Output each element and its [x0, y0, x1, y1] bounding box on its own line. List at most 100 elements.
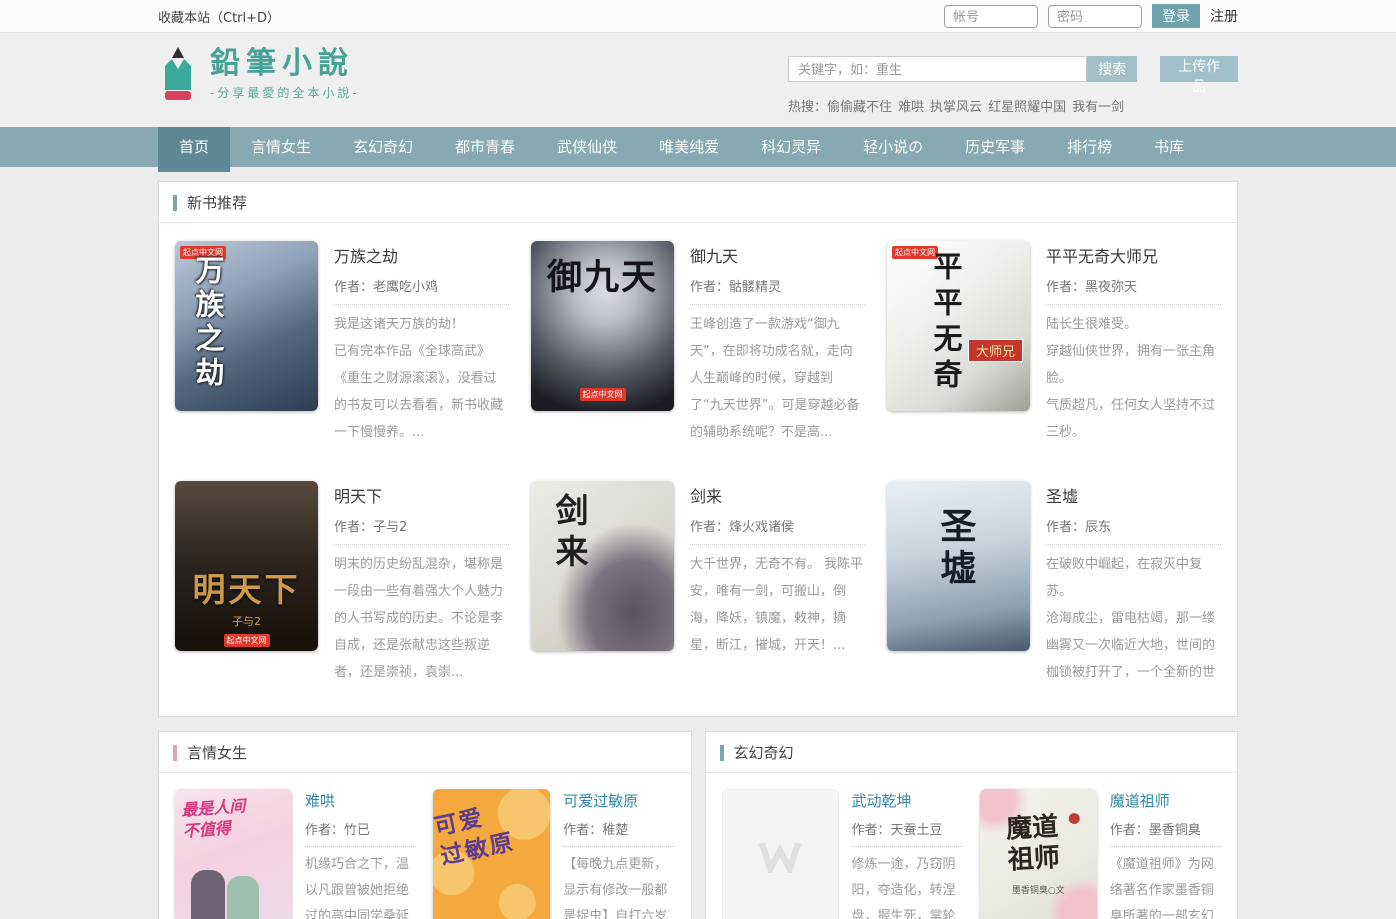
book-cover[interactable]: 御九天 起点中文网 [531, 241, 674, 411]
featured-book-card: 可爱 过敏原 可爱过敏原 作者：稚楚 【每晚九点更新，显示有修改一般都是捉虫】自… [433, 789, 674, 919]
nav-item-history[interactable]: 历史军事 [944, 127, 1046, 167]
nav-item-home[interactable]: 首页 [158, 127, 230, 167]
book-description: 在破败中崛起，在寂灭中复苏。 沧海成尘，雷电枯竭，那一缕幽雾又一次临近大地，世间… [1046, 551, 1221, 686]
book-cover[interactable]: 圣墟 [887, 481, 1030, 651]
fantasy-section: 玄幻奇幻 武动乾坤 作者：天蚕土豆 修炼一途，乃窃阴阳，夺造化，转涅盘，握生死，… [705, 731, 1239, 919]
book-author: 作者：子与2 [334, 516, 509, 545]
cover-author-text: 墨香铜臭○文 [980, 883, 1097, 896]
nav-item-library[interactable]: 书库 [1133, 127, 1205, 167]
hot-search-item[interactable]: 难哄 [898, 100, 924, 115]
cover-figure-art [227, 876, 259, 919]
book-title-link[interactable]: 武动乾坤 [852, 790, 963, 811]
section-title: 玄幻奇幻 [734, 744, 794, 762]
book-author: 作者：烽火戏诸侯 [690, 516, 865, 545]
logo-tagline: -分享最愛的全本小說- [210, 84, 360, 101]
book-cover[interactable]: 魔道祖师 墨香铜臭○文 [980, 789, 1097, 919]
book-description: 王峰创造了一款游戏“御九天”，在即将功成名就，走向人生巅峰的时候，穿越到了“九天… [690, 311, 865, 446]
login-area: 登录 注册 [944, 4, 1238, 28]
book-description: 修炼一途，乃窃阴阳，夺造化，转涅盘，握生死，掌轮回。 武之极，破 [852, 852, 963, 919]
cover-tag-text: 大师兄 [968, 339, 1023, 362]
search-area: 搜索 上传作品 热搜：偷偷藏不住难哄执掌风云红星照耀中国我有一剑 [788, 44, 1238, 115]
login-button[interactable]: 登录 [1152, 4, 1200, 28]
section-marker [173, 745, 177, 761]
book-card: 起点中文网 平平无奇 大师兄 平平无奇大师兄 作者：黑夜弥天 陆长生很难受。 穿… [887, 241, 1221, 446]
book-card: 剑来 剑来 作者：烽火戏诸侯 大千世界，无奇不有。 我陈平安，唯有一剑，可搬山，… [531, 481, 865, 686]
book-description: 明末的历史纷乱混杂，堪称是一段由一些有着强大个人魅力的人书写成的历史。不论是李自… [334, 551, 509, 686]
book-description: 大千世界，无奇不有。 我陈平安，唯有一剑，可搬山，倒海，降妖，镇魔，敕神，摘星，… [690, 551, 865, 659]
search-button[interactable]: 搜索 [1087, 56, 1137, 82]
book-description: 机缘巧合之下，温以凡跟曾被她拒绝过的高中同学桑延过上了合租的生活。两人井 [305, 852, 416, 919]
account-input[interactable] [944, 5, 1038, 28]
search-input[interactable] [788, 56, 1087, 82]
book-author: 作者：稚楚 [563, 819, 674, 847]
book-description: 【每晚九点更新，显示有修改一般都是捉虫】自打六岁那年爸爸领回来一个混血小 [563, 852, 674, 919]
book-cover[interactable]: 最是人间 不值得 [175, 789, 292, 919]
book-card: 圣墟 圣墟 作者：辰东 在破败中崛起，在寂灭中复苏。 沧海成尘，雷电枯竭，那一缕… [887, 481, 1221, 686]
hot-search-item[interactable]: 红星照耀中国 [988, 100, 1066, 115]
nav-item-wuxia[interactable]: 武侠仙侠 [536, 127, 638, 167]
book-cover-placeholder[interactable] [722, 789, 839, 919]
romance-section: 言情女生 最是人间 不值得 难哄 作者：竹已 机缘巧合之下，温以凡跟曾被她拒绝过… [158, 731, 692, 919]
site-logo[interactable]: 鉛筆小說 -分享最愛的全本小說- [158, 44, 360, 106]
book-author: 作者：黑夜弥天 [1046, 276, 1221, 305]
book-title-link[interactable]: 御九天 [690, 243, 865, 267]
book-author: 作者：竹已 [305, 819, 416, 847]
register-link[interactable]: 注册 [1210, 6, 1238, 26]
book-card: 明天下 子与2 起点中文网 明天下 作者：子与2 明末的历史纷乱混杂，堪称是一段… [175, 481, 509, 686]
password-input[interactable] [1048, 5, 1142, 28]
book-title-link[interactable]: 圣墟 [1046, 483, 1221, 507]
featured-book-card: 最是人间 不值得 难哄 作者：竹已 机缘巧合之下，温以凡跟曾被她拒绝过的高中同学… [175, 789, 416, 919]
cover-title-text: 魔道祖师 [1006, 811, 1071, 876]
new-books-grid: 起点中文网 万族之劫 万族之劫 作者：老鹰吃小鸡 我是这诸天万族的劫！ 已有完本… [159, 223, 1237, 716]
nav-item-ranking[interactable]: 排行榜 [1046, 127, 1133, 167]
cover-author-text: 子与2 [175, 613, 318, 629]
book-title-link[interactable]: 魔道祖师 [1110, 790, 1221, 811]
cover-title-text: 最是人间 不值得 [181, 792, 292, 841]
nav-item-urban[interactable]: 都市青春 [434, 127, 536, 167]
hot-search-item[interactable]: 执掌风云 [930, 100, 982, 115]
upload-work-button[interactable]: 上传作品 [1160, 56, 1238, 82]
placeholder-cover-icon [758, 841, 802, 873]
main-nav: 首页 言情女生 玄幻奇幻 都市青春 武侠仙侠 唯美纯爱 科幻灵异 轻小说の 历史… [0, 127, 1396, 167]
nav-item-pure-love[interactable]: 唯美纯爱 [638, 127, 740, 167]
book-title-link[interactable]: 明天下 [334, 483, 509, 507]
hot-search-item[interactable]: 偷偷藏不住 [827, 100, 892, 115]
romance-header: 言情女生 [159, 732, 691, 773]
book-title-link[interactable]: 可爱过敏原 [563, 790, 674, 811]
favorite-site-text: 收藏本站（Ctrl+D） [158, 7, 280, 26]
logo-title: 鉛筆小說 [210, 46, 360, 82]
book-cover[interactable]: 明天下 子与2 起点中文网 [175, 481, 318, 651]
book-cover[interactable]: 起点中文网 万族之劫 [175, 241, 318, 411]
book-title-link[interactable]: 难哄 [305, 790, 416, 811]
cover-title-text: 可爱 过敏原 [433, 798, 517, 872]
book-cover[interactable]: 剑来 [531, 481, 674, 651]
cover-title-text: 明天下 [175, 563, 318, 611]
section-title: 新书推荐 [187, 194, 247, 212]
book-card: 起点中文网 万族之劫 万族之劫 作者：老鹰吃小鸡 我是这诸天万族的劫！ 已有完本… [175, 241, 509, 446]
hot-search-item[interactable]: 我有一剑 [1072, 100, 1124, 115]
nav-item-light-novel[interactable]: 轻小说の [842, 127, 944, 167]
cover-title-text: 平平无奇 [925, 251, 967, 395]
book-cover[interactable]: 起点中文网 平平无奇 大师兄 [887, 241, 1030, 411]
book-title-link[interactable]: 剑来 [690, 483, 865, 507]
section-marker [173, 195, 177, 211]
section-marker [720, 745, 724, 761]
cover-badge: 起点中文网 [224, 634, 270, 647]
cover-title-text: 剑来 [545, 493, 593, 575]
hot-search-row: 热搜：偷偷藏不住难哄执掌风云红星照耀中国我有一剑 [788, 96, 1238, 115]
book-title-link[interactable]: 万族之劫 [334, 243, 509, 267]
new-books-section: 新书推荐 起点中文网 万族之劫 万族之劫 作者：老鹰吃小鸡 我是这诸天万族的劫！… [158, 181, 1238, 717]
book-author: 作者：骷髅精灵 [690, 276, 865, 305]
nav-item-fantasy[interactable]: 玄幻奇幻 [332, 127, 434, 167]
cover-figure-art [191, 870, 225, 919]
new-books-header: 新书推荐 [159, 182, 1237, 223]
book-card: 御九天 起点中文网 御九天 作者：骷髅精灵 王峰创造了一款游戏“御九天”，在即将… [531, 241, 865, 446]
book-description: 《魔道祖师》为网络著名作家墨香铜臭所著的一部玄幻小说，又名《无羁》。 [1110, 852, 1221, 919]
featured-book-card: 魔道祖师 墨香铜臭○文 魔道祖师 作者：墨香铜臭 《魔道祖师》为网络著名作家墨香… [980, 789, 1221, 919]
book-title-link[interactable]: 平平无奇大师兄 [1046, 243, 1221, 267]
pencil-logo-icon [158, 46, 198, 106]
book-cover[interactable]: 可爱 过敏原 [433, 789, 550, 919]
nav-item-scifi[interactable]: 科幻灵异 [740, 127, 842, 167]
cover-title-text: 圣墟 [928, 507, 980, 591]
nav-item-romance[interactable]: 言情女生 [230, 127, 332, 167]
